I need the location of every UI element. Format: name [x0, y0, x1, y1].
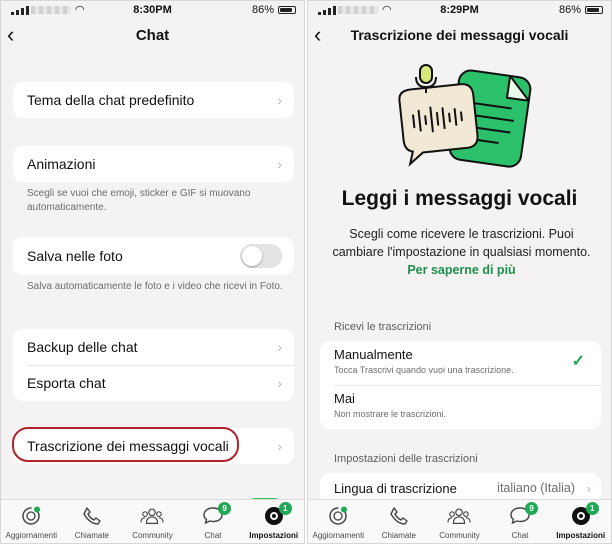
tab-aggiornamenti[interactable]: Aggiornamenti [1, 500, 62, 543]
tab-chat[interactable]: 9 Chat [183, 500, 244, 543]
option-manualmente[interactable]: Manualmente Tocca Trascrivi quando vuoi … [320, 341, 601, 385]
status-bar: ◠ 8:29PM 86% [308, 1, 611, 19]
salva-foto-toggle[interactable] [240, 244, 282, 268]
page-title: Trascrizione dei messaggi vocali [350, 27, 569, 43]
tab-aggiornamenti[interactable]: Aggiornamenti [308, 500, 369, 543]
option-subtitle: Tocca Trascrivi quando vuoi una trascriz… [334, 365, 514, 375]
battery-icon [585, 6, 603, 14]
tab-impostazioni[interactable]: 1 Impostazioni [243, 500, 304, 543]
intro-text: Scegli come ricevere le trascrizioni. Pu… [330, 225, 593, 279]
option-title: Manualmente [334, 347, 413, 362]
option-title: Mai [334, 391, 355, 406]
tab-label: Chiamate [74, 531, 110, 540]
card-salva-foto: Salva nelle foto [13, 237, 294, 275]
toggle-knob [242, 246, 262, 266]
section-settings-label: Impostazioni delle trascrizioni [334, 453, 478, 465]
chevron-right-icon: › [277, 92, 282, 108]
chevron-right-icon: › [277, 339, 282, 355]
nav-bar: ‹ Chat [1, 23, 304, 49]
row-label: Lingua di trascrizione [334, 481, 457, 496]
status-bar: ◠ 8:30PM 86% [1, 1, 304, 19]
settings-badge: 1 [585, 502, 599, 515]
row-salva-foto: Salva nelle foto [13, 237, 294, 275]
intro-body: Scegli come ricevere le trascrizioni. Pu… [332, 227, 591, 259]
chevron-right-icon: › [586, 481, 591, 496]
phone-icon [80, 505, 104, 527]
transcription-screen: ◠ 8:29PM 86% ‹ Trascrizione dei messaggi… [307, 0, 612, 544]
tab-label: Chat [511, 531, 529, 540]
tab-label: Chat [204, 531, 222, 540]
tab-label: Aggiornamenti [5, 531, 58, 540]
tab-chat[interactable]: 9 Chat [490, 500, 551, 543]
community-icon [447, 505, 472, 527]
learn-more-link[interactable]: Per saperne di più [407, 263, 515, 277]
tab-impostazioni[interactable]: 1 Impostazioni [550, 500, 611, 543]
chevron-right-icon: › [277, 438, 282, 454]
checkmark-icon: ✓ [571, 353, 585, 370]
tab-chiamate[interactable]: Chiamate [369, 500, 430, 543]
updates-icon [19, 505, 43, 527]
option-subtitle: Non mostrare le trascrizioni. [334, 409, 447, 419]
highlight-outline [12, 427, 239, 462]
tab-chiamate[interactable]: Chiamate [62, 500, 123, 543]
tab-community[interactable]: Community [122, 500, 183, 543]
option-mai[interactable]: Mai Non mostrare le trascrizioni. [320, 385, 601, 429]
chat-badge: 9 [525, 502, 539, 515]
updates-icon [326, 505, 350, 527]
chevron-right-icon: › [277, 156, 282, 172]
row-label: Backup delle chat [27, 339, 138, 355]
chat-settings-screen: ◠ 8:30PM 86% ‹ Chat Tema della chat pred… [0, 0, 305, 544]
gear-icon: 1 [262, 502, 292, 527]
chat-bubble-icon: 9 [508, 502, 539, 527]
row-label: Salva nelle foto [27, 248, 123, 264]
tab-label: Aggiornamenti [312, 531, 365, 540]
tab-bar: Aggiornamenti Chiamate Community 9 Chat … [1, 499, 304, 543]
chat-badge: 9 [218, 502, 232, 515]
row-animazioni[interactable]: Animazioni › [13, 146, 294, 182]
battery-icon [278, 6, 296, 14]
battery-percent: 86% [558, 4, 581, 16]
nav-bar: ‹ Trascrizione dei messaggi vocali [308, 23, 611, 49]
row-tema-chat[interactable]: Tema della chat predefinito › [13, 82, 294, 118]
language-value: italiano (Italia) [497, 481, 575, 495]
tab-label: Chiamate [381, 531, 417, 540]
chat-bubble-icon: 9 [201, 502, 232, 527]
chevron-right-icon: › [277, 375, 282, 391]
section-receive-label: Ricevi le trascrizioni [334, 321, 432, 333]
settings-badge: 1 [278, 502, 292, 515]
row-label: Esporta chat [27, 375, 106, 391]
tab-label: Impostazioni [249, 531, 299, 540]
tab-community[interactable]: Community [429, 500, 490, 543]
options-card: Manualmente Tocca Trascrivi quando vuoi … [320, 341, 601, 429]
phone-icon [387, 505, 411, 527]
transcription-illustration [386, 63, 536, 173]
battery-percent: 86% [251, 4, 274, 16]
tab-label: Community [439, 531, 480, 540]
animazioni-help-text: Scegli se vuoi che emoji, sticker e GIF … [27, 188, 251, 213]
tab-label: Community [132, 531, 173, 540]
salva-help-text: Salva automaticamente le foto e i video … [27, 281, 283, 292]
community-icon [140, 505, 165, 527]
gear-icon: 1 [569, 502, 599, 527]
card-tema: Tema della chat predefinito › [13, 82, 294, 118]
tab-bar: Aggiornamenti Chiamate Community 9 Chat … [308, 499, 611, 543]
card-backup: Backup delle chat › Esporta chat › [13, 329, 294, 401]
headline: Leggi i messaggi vocali [341, 187, 578, 210]
row-label: Tema della chat predefinito [27, 92, 195, 108]
row-backup[interactable]: Backup delle chat › [13, 329, 294, 365]
row-esporta[interactable]: Esporta chat › [13, 365, 294, 401]
tab-label: Impostazioni [556, 531, 606, 540]
row-label: Animazioni [27, 156, 96, 172]
card-animazioni: Animazioni › [13, 146, 294, 182]
page-title: Chat [135, 27, 170, 44]
